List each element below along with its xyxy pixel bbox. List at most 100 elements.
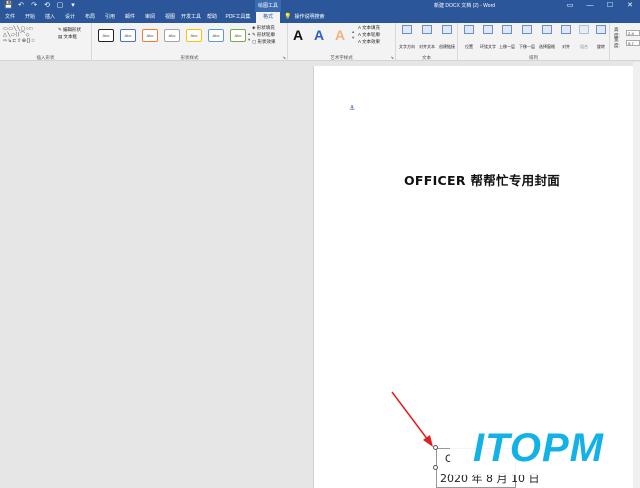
- shape-style-1[interactable]: Abc: [98, 29, 114, 42]
- redo-icon[interactable]: ↷: [30, 1, 38, 11]
- group-label-wordart: 艺术字样式: [330, 55, 353, 60]
- group-label-text: 文本: [422, 55, 431, 60]
- rotate-icon: [596, 25, 606, 34]
- group-insert-shapes: ▭▭╲╲▢○□ △╲▱⟨⟩⌒◇ ⇨↳⊏⇧⊕{}☆ ✎ 编辑形状 ▤ 文本框 插入…: [0, 23, 92, 61]
- minimize-icon[interactable]: —: [580, 0, 600, 12]
- tab-pdf-tools[interactable]: PDF工具集: [224, 12, 252, 23]
- align-button[interactable]: 对齐: [557, 25, 575, 53]
- shape-effects-button[interactable]: ▢ 形状效果: [252, 39, 276, 45]
- text-outline-button[interactable]: A 文本轮廓: [358, 32, 380, 38]
- shape-style-5[interactable]: Abc: [186, 29, 202, 42]
- selection-pane-button[interactable]: 选择窗格: [538, 25, 556, 53]
- shape-style-6[interactable]: Abc: [208, 29, 224, 42]
- group-objects-label: 组合: [580, 44, 588, 49]
- wrap-text-icon: [483, 25, 493, 34]
- group-label-insert-shapes: 插入形状: [36, 55, 55, 60]
- shape-gallery[interactable]: ▭▭╲╲▢○□ △╲▱⟨⟩⌒◇ ⇨↳⊏⇧⊕{}☆: [3, 26, 53, 44]
- create-link-button[interactable]: 创建链接: [438, 25, 456, 53]
- wrap-text-label: 环绕文字: [480, 44, 496, 49]
- shape-width-control: 宽度: 5.7: [614, 37, 640, 49]
- bring-forward-button[interactable]: 上移一层: [498, 25, 516, 53]
- align-label: 对齐: [562, 44, 570, 49]
- tab-design[interactable]: 设计: [62, 12, 78, 23]
- text-effects-icon: A: [358, 39, 361, 44]
- shape-styles-launcher-icon[interactable]: ⬊: [283, 55, 286, 60]
- style-gallery-scroll-icon[interactable]: ▴ ▾: [248, 31, 250, 43]
- rotate-button[interactable]: 旋转: [592, 25, 610, 53]
- tab-review[interactable]: 审阅: [142, 12, 158, 23]
- ribbon-display-icon[interactable]: ▭: [560, 0, 580, 12]
- watermark-logo: ITOPM: [450, 421, 627, 475]
- wordart-style-black[interactable]: A: [293, 26, 303, 44]
- shape-style-4[interactable]: Abc: [164, 29, 180, 42]
- tab-file[interactable]: 文件: [2, 12, 18, 23]
- tab-help[interactable]: 帮助: [204, 12, 220, 23]
- repeat-icon[interactable]: ⟲: [43, 1, 51, 11]
- text-fill-label: 文本填充: [362, 25, 381, 30]
- link-icon: [442, 25, 452, 34]
- group-wordart-styles: A A A ▴ ▾ A 文本填充 A 文本轮廓 A 文本效果 艺术字样式 ⬊: [288, 23, 396, 61]
- resize-handle-left[interactable]: [433, 465, 438, 470]
- resize-handle-top-left[interactable]: [433, 445, 438, 450]
- align-text-icon: [422, 25, 432, 34]
- drawing-tools-context-label: 绘图工具: [255, 0, 281, 12]
- close-icon[interactable]: ✕: [620, 0, 640, 12]
- text-effects-label: 文本效果: [362, 39, 381, 44]
- pen-icon: ✎: [252, 32, 256, 37]
- tell-me-label: 操作说明搜索: [294, 14, 325, 20]
- text-direction-button[interactable]: 文字方向: [398, 25, 416, 53]
- wrap-text-button[interactable]: 环绕文字: [479, 25, 497, 53]
- bring-forward-icon: [502, 25, 512, 34]
- send-backward-label: 下移一层: [519, 44, 535, 49]
- text-fill-button[interactable]: A 文本填充: [358, 25, 380, 31]
- shape-fill-button[interactable]: ◈ 形状填充: [252, 25, 275, 31]
- tab-format[interactable]: 格式: [256, 12, 280, 23]
- group-size: 高度: 2.4 宽度: 5.7: [610, 23, 640, 61]
- position-button[interactable]: 位置: [460, 25, 478, 53]
- width-label: 宽度:: [614, 37, 620, 48]
- text-box-button[interactable]: ▤ 文本框: [58, 34, 77, 40]
- cover-title[interactable]: OFFICER 帮帮忙专用封面: [404, 170, 560, 189]
- align-text-button[interactable]: 对齐文本: [418, 25, 436, 53]
- shape-style-2[interactable]: Abc: [120, 29, 136, 42]
- group-objects-button[interactable]: 组合: [575, 25, 593, 53]
- tab-home[interactable]: 开始: [22, 12, 38, 23]
- width-input[interactable]: 5.7: [626, 40, 640, 46]
- text-effects-button[interactable]: A 文本效果: [358, 39, 380, 45]
- wordart-style-blue[interactable]: A: [314, 26, 324, 44]
- group-label-arrange: 排列: [529, 55, 538, 60]
- wordart-style-orange[interactable]: A: [335, 26, 345, 44]
- send-backward-button[interactable]: 下移一层: [518, 25, 536, 53]
- customize-qat-icon[interactable]: ▾: [69, 1, 77, 11]
- edit-shape-label: 编辑形状: [63, 27, 82, 32]
- selection-pane-icon: [542, 25, 552, 34]
- edit-shape-button[interactable]: ✎ 编辑形状: [58, 27, 81, 33]
- wordart-launcher-icon[interactable]: ⬊: [391, 55, 394, 60]
- tab-mailings[interactable]: 邮件: [122, 12, 138, 23]
- save-icon[interactable]: 💾: [4, 1, 13, 11]
- height-input[interactable]: 2.4: [626, 30, 640, 36]
- group-label-shape-styles: 形状样式: [180, 55, 199, 60]
- group-shape-styles: Abc Abc Abc Abc Abc Abc Abc ▴ ▾ ◈ 形状填充 ✎ …: [92, 23, 288, 61]
- wordart-gallery-scroll-icon[interactable]: ▴ ▾: [352, 29, 354, 41]
- tell-me-search[interactable]: 💡 操作说明搜索: [284, 12, 325, 23]
- tab-developer[interactable]: 开发工具: [180, 12, 202, 23]
- maximize-icon[interactable]: ☐: [600, 0, 620, 12]
- undo-icon[interactable]: ↶: [17, 1, 25, 11]
- tab-insert[interactable]: 插入: [42, 12, 58, 23]
- lightbulb-icon: 💡: [284, 14, 292, 20]
- print-preview-icon[interactable]: ▢: [56, 1, 64, 11]
- rotate-label: 旋转: [597, 44, 605, 49]
- text-outline-icon: A: [358, 32, 361, 37]
- align-icon: [561, 25, 571, 34]
- shape-style-3[interactable]: Abc: [142, 29, 158, 42]
- tab-layout[interactable]: 布局: [82, 12, 98, 23]
- shape-style-7[interactable]: Abc: [230, 29, 246, 42]
- vertical-scrollbar[interactable]: [633, 62, 640, 488]
- position-label: 位置: [465, 44, 473, 49]
- anchor-icon: ⚓: [349, 105, 356, 112]
- tab-view[interactable]: 视图: [162, 12, 178, 23]
- tab-references[interactable]: 引用: [102, 12, 118, 23]
- shape-outline-button[interactable]: ✎ 形状轮廓: [252, 32, 275, 38]
- paint-bucket-icon: ◈: [252, 25, 256, 30]
